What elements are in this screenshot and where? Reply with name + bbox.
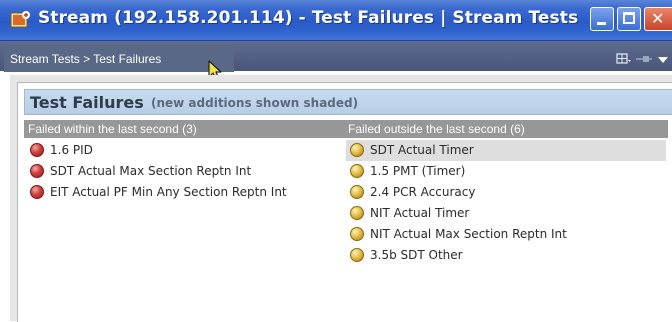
chevron-down-icon[interactable] <box>658 57 668 63</box>
list-item-label: NIT Actual Max Section Reptn Int <box>370 227 567 241</box>
breadcrumb[interactable]: Stream Tests > Test Failures <box>4 44 234 72</box>
minimize-icon <box>597 22 606 25</box>
list-item-label: NIT Actual Timer <box>370 206 470 220</box>
yellow-status-icon <box>350 143 364 157</box>
window-titlebar[interactable]: Stream (192.158.201.114) - Test Failures… <box>0 0 672 41</box>
close-icon: ✕ <box>651 9 665 28</box>
panel-title: Test Failures <box>30 93 144 112</box>
list-item-label: 1.6 PID <box>50 143 93 157</box>
list-item[interactable]: 2.4 PCR Accuracy <box>346 182 666 203</box>
column-header-recent-failures: Failed within the last second (3) <box>24 120 344 138</box>
window-title-suffix: 4) - Test Failures | Stream Tests <box>272 8 579 28</box>
list-item[interactable]: EIT Actual PF Min Any Section Reptn Int <box>24 182 342 203</box>
yellow-status-icon <box>350 164 364 178</box>
maximize-icon <box>623 12 635 24</box>
list-item[interactable]: 1.6 PID <box>24 140 342 161</box>
list-item[interactable]: NIT Actual Timer <box>346 203 666 224</box>
yellow-status-icon <box>350 185 364 199</box>
red-status-icon <box>30 143 44 157</box>
list-item[interactable]: NIT Actual Max Section Reptn Int <box>346 224 666 245</box>
window-title: Stream (192.158.201.114) - Test Failures… <box>38 8 578 28</box>
toolbar-icons[interactable] <box>616 52 670 66</box>
older-failures-list: SDT Actual Timer 1.5 PMT (Timer) 2.4 PCR… <box>346 140 666 266</box>
grid-icon[interactable] <box>616 53 631 64</box>
panel-subtitle: (new additions shown shaded) <box>151 96 359 110</box>
list-item[interactable]: 1.5 PMT (Timer) <box>346 161 666 182</box>
yellow-status-icon <box>350 248 364 262</box>
list-item-label: SDT Actual Timer <box>370 143 474 157</box>
list-item-new[interactable]: SDT Actual Timer <box>346 140 666 161</box>
column-header-older-failures: Failed outside the last second (6) <box>344 120 668 138</box>
recent-failures-list: 1.6 PID SDT Actual Max Section Reptn Int… <box>24 140 342 203</box>
pin-icon[interactable] <box>636 56 652 62</box>
red-status-icon <box>30 164 44 178</box>
minimize-button[interactable] <box>590 7 614 31</box>
list-item-label: 1.5 PMT (Timer) <box>370 164 466 178</box>
list-item-label: EIT Actual PF Min Any Section Reptn Int <box>50 185 287 199</box>
window-title-prefix: Stream (192.158.201.11 <box>38 8 273 28</box>
yellow-status-icon <box>350 227 364 241</box>
stream-app-icon <box>10 11 30 28</box>
list-item-label: 3.5b SDT Other <box>370 248 463 262</box>
red-status-icon <box>30 185 44 199</box>
panel-header: Test Failures (new additions shown shade… <box>24 89 672 115</box>
list-item[interactable]: 3.5b SDT Other <box>346 245 666 266</box>
list-item-label: 2.4 PCR Accuracy <box>370 185 476 199</box>
list-item[interactable]: SDT Actual Max Section Reptn Int <box>24 161 342 182</box>
breadcrumb-text[interactable]: Stream Tests > Test Failures <box>10 52 161 66</box>
yellow-status-icon <box>350 206 364 220</box>
list-item-label: SDT Actual Max Section Reptn Int <box>50 164 252 178</box>
close-button[interactable]: ✕ <box>644 7 672 31</box>
maximize-button[interactable] <box>617 7 641 31</box>
